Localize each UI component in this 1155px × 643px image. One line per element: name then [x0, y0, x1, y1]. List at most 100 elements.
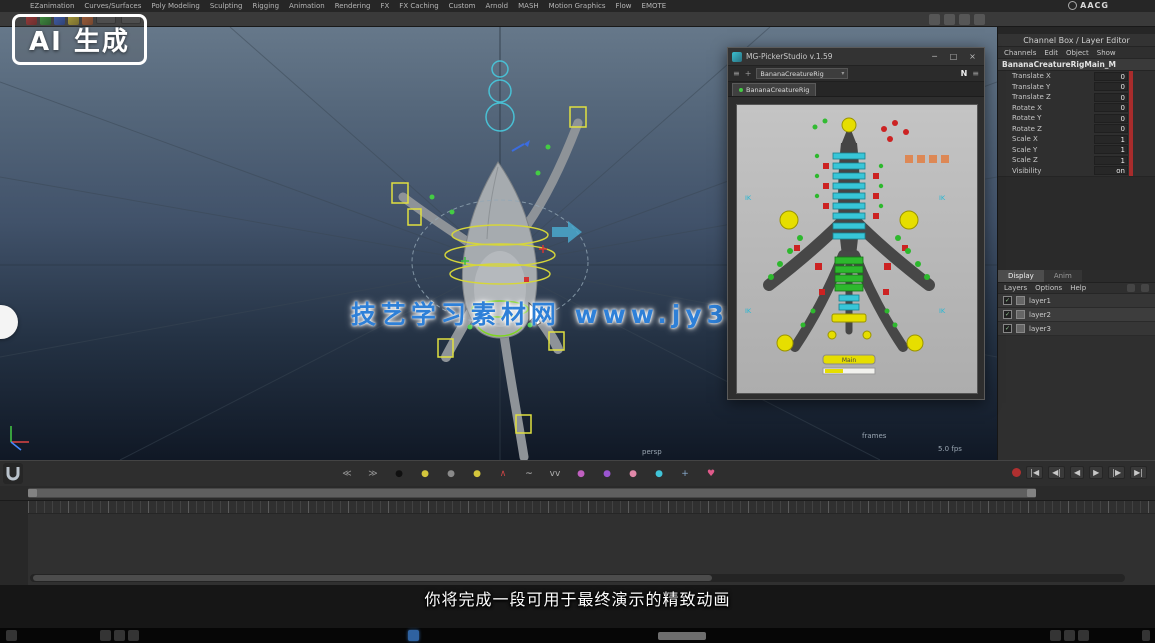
shelf-tool-icon[interactable]	[929, 14, 940, 25]
animation-tool-icon[interactable]: ≫	[366, 469, 380, 479]
playback-button[interactable]: ▶	[1089, 466, 1103, 479]
tab-anim[interactable]: Anim	[1044, 270, 1082, 282]
menu-item[interactable]: Sculpting	[210, 2, 243, 10]
taskbar-icon[interactable]	[1078, 630, 1089, 641]
attribute-value-field[interactable]: 1	[1094, 145, 1128, 154]
animation-tool-icon[interactable]: ●	[574, 469, 588, 479]
shelf-tool-icon[interactable]	[944, 14, 955, 25]
playback-button[interactable]: ◀	[1070, 466, 1084, 479]
animation-tool-icon[interactable]: ∧	[496, 469, 510, 479]
animation-tool-icon[interactable]: ~	[522, 469, 536, 479]
taskbar-active-app-icon[interactable]	[408, 630, 419, 641]
channel-box-menu-item[interactable]: Channels	[1004, 49, 1036, 57]
menu-item[interactable]: Flow	[616, 2, 632, 10]
menu-item[interactable]: FX	[380, 2, 389, 10]
layer-editor-menu-item[interactable]: Options	[1035, 284, 1062, 292]
attribute-value-field[interactable]: 1	[1094, 156, 1128, 165]
taskbar-icon[interactable]	[114, 630, 125, 641]
taskbar-icon[interactable]	[1050, 630, 1061, 641]
taskbar-widget[interactable]	[658, 632, 706, 640]
taskbar-icon[interactable]	[1064, 630, 1075, 641]
menu-item[interactable]: FX Caching	[399, 2, 438, 10]
set-key-button[interactable]	[1012, 468, 1021, 477]
menu-item[interactable]: Animation	[289, 2, 325, 10]
menu-item[interactable]: Custom	[449, 2, 476, 10]
app-logo-icon[interactable]	[3, 463, 23, 484]
taskbar-icon[interactable]	[128, 630, 139, 641]
attribute-value-field[interactable]: 0	[1094, 114, 1128, 123]
attribute-value-field[interactable]: 0	[1094, 103, 1128, 112]
animation-tool-icon[interactable]: ●	[626, 469, 640, 479]
ik-label[interactable]: IK	[745, 194, 752, 202]
channel-box-menu-item[interactable]: Edit	[1044, 49, 1058, 57]
namespace-toggle[interactable]: N	[961, 69, 968, 78]
timeline-scrollbar-thumb[interactable]	[33, 575, 712, 581]
picker-canvas[interactable]: Main IK IK IK IK	[736, 104, 978, 394]
new-empty-layer-icon[interactable]	[1141, 284, 1149, 292]
layer-color-chip[interactable]	[1016, 310, 1025, 319]
animation-tool-icon[interactable]: ●	[652, 469, 666, 479]
playback-button[interactable]: ▶|	[1130, 466, 1147, 479]
menu-item[interactable]: Rendering	[335, 2, 371, 10]
layer-editor-menu-item[interactable]: Layers	[1004, 284, 1027, 292]
layer-row[interactable]: ✓ layer3	[998, 322, 1155, 336]
main-control-label[interactable]: Main	[842, 357, 857, 364]
animation-tool-icon[interactable]: ●	[470, 469, 484, 479]
taskbar-icon[interactable]	[1142, 630, 1150, 641]
animation-tool-icon[interactable]: ●	[418, 469, 432, 479]
layer-visibility-toggle[interactable]: ✓	[1003, 310, 1012, 319]
selected-object-name[interactable]: BananaCreatureRigMain_M	[998, 59, 1155, 71]
layer-row[interactable]: ✓ layer1	[998, 294, 1155, 308]
playback-button[interactable]: ◀|	[1048, 466, 1065, 479]
picker-studio-window[interactable]: MG-PickerStudio v.1.59 ─ □ × ≡ + BananaC…	[727, 47, 985, 400]
menu-item[interactable]: Motion Graphics	[549, 2, 606, 10]
animation-tool-icon[interactable]: +	[678, 469, 692, 479]
playback-button[interactable]: |◀	[1026, 466, 1043, 479]
animation-tool-icon[interactable]: ●	[392, 469, 406, 479]
animation-tool-icon[interactable]: ●	[600, 469, 614, 479]
range-end-handle[interactable]	[1027, 489, 1036, 497]
menu-item[interactable]: Curves/Surfaces	[84, 2, 141, 10]
maximize-button[interactable]: □	[946, 52, 961, 61]
menu-item[interactable]: EZanimation	[30, 2, 74, 10]
rig-selector-dropdown[interactable]: BananaCreatureRig ▾	[756, 68, 848, 79]
shelf-tool-icon[interactable]	[974, 14, 985, 25]
range-start-handle[interactable]	[28, 489, 37, 497]
layer-visibility-toggle[interactable]: ✓	[1003, 296, 1012, 305]
attribute-value-field[interactable]: on	[1094, 166, 1128, 175]
timeline-ruler[interactable]	[28, 501, 1155, 514]
close-button[interactable]: ×	[965, 52, 980, 61]
attribute-value-field[interactable]: 0	[1094, 124, 1128, 133]
menu-item[interactable]: MASH	[518, 2, 539, 10]
shelf-tool-icon[interactable]	[959, 14, 970, 25]
channel-box-header[interactable]: Channel Box / Layer Editor	[998, 34, 1155, 47]
options-icon[interactable]: ≡	[972, 69, 979, 78]
animation-tool-icon[interactable]: ≪	[340, 469, 354, 479]
attribute-value-field[interactable]: 1	[1094, 135, 1128, 144]
animation-tool-icon[interactable]: ♥	[704, 469, 718, 479]
layer-color-chip[interactable]	[1016, 324, 1025, 333]
attribute-value-field[interactable]: 0	[1094, 72, 1128, 81]
layer-row[interactable]: ✓ layer2	[998, 308, 1155, 322]
layer-color-chip[interactable]	[1016, 296, 1025, 305]
channel-box-menu-item[interactable]: Object	[1066, 49, 1089, 57]
taskbar-icon[interactable]	[6, 630, 17, 641]
tab-display[interactable]: Display	[998, 270, 1044, 282]
playback-button[interactable]: |▶	[1108, 466, 1125, 479]
animation-tool-icon[interactable]: ●	[444, 469, 458, 479]
timeline-panel[interactable]	[0, 500, 1155, 585]
layer-visibility-toggle[interactable]: ✓	[1003, 324, 1012, 333]
attribute-value-field[interactable]: 0	[1094, 93, 1128, 102]
menu-item[interactable]: Arnold	[485, 2, 508, 10]
menu-item[interactable]: Poly Modeling	[151, 2, 199, 10]
creature-model[interactable]	[403, 123, 578, 457]
menu-item[interactable]: Rigging	[253, 2, 280, 10]
ik-label[interactable]: IK	[939, 194, 946, 202]
add-icon[interactable]: +	[745, 69, 752, 78]
channel-box-menu-item[interactable]: Show	[1097, 49, 1116, 57]
picker-title-bar[interactable]: MG-PickerStudio v.1.59 ─ □ ×	[728, 48, 984, 66]
new-layer-icon[interactable]	[1127, 284, 1135, 292]
taskbar-icon[interactable]	[100, 630, 111, 641]
picker-tab[interactable]: BananaCreatureRig	[732, 83, 816, 96]
minimize-button[interactable]: ─	[927, 52, 942, 61]
